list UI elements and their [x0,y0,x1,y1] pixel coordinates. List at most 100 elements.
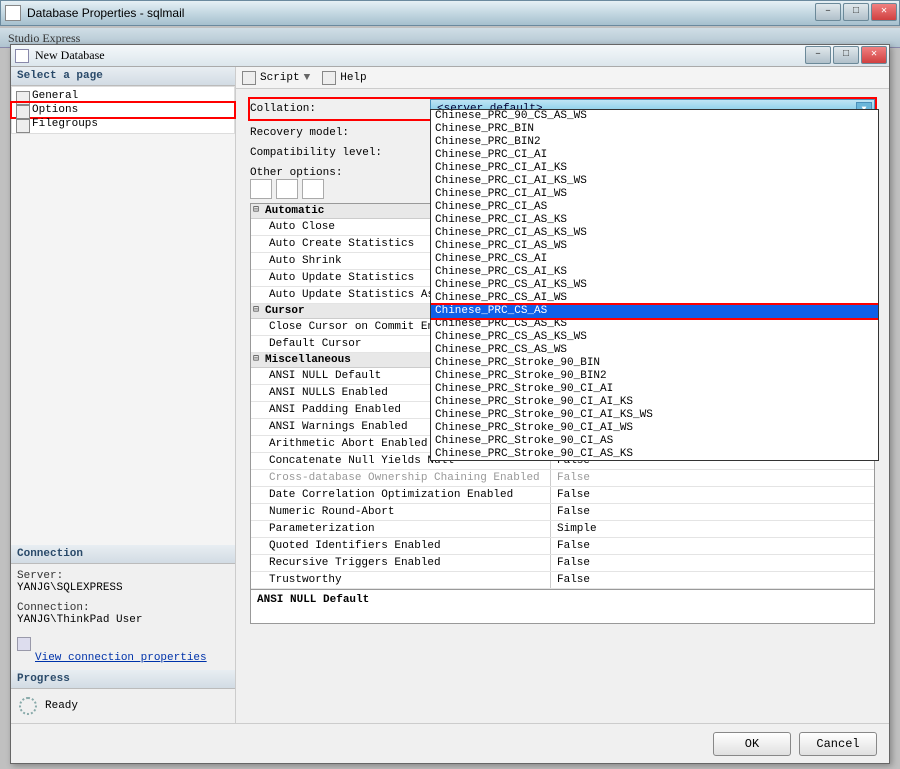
grid-prop-name: Date Correlation Optimization Enabled [251,487,551,503]
grid-row[interactable]: Numeric Round-AbortFalse [251,504,874,521]
collation-option[interactable]: Chinese_PRC_CI_AI_KS_WS [431,175,878,188]
collation-option[interactable]: Chinese_PRC_CI_AI [431,149,878,162]
collation-option[interactable]: Chinese_PRC_CI_AI_KS [431,162,878,175]
progress-header: Progress [11,670,235,689]
collation-option[interactable]: Chinese_PRC_BIN [431,123,878,136]
page-label: Filegroups [32,118,98,130]
compat-label: Compatibility level: [250,147,430,159]
help-label: Help [340,72,366,84]
grid-prop-name: Recursive Triggers Enabled [251,555,551,571]
grid-alphabetical-button[interactable] [276,179,298,199]
collation-option[interactable]: Chinese_PRC_CI_AS [431,201,878,214]
grid-prop-value[interactable]: False [551,572,874,588]
collation-option[interactable]: Chinese_PRC_CS_AI [431,253,878,266]
parent-window-titlebar: Database Properties - sqlmail – □ ✕ [0,0,900,26]
connection-value: YANJG\ThinkPad User [17,614,229,626]
help-icon [322,71,336,85]
progress-status-text: Ready [45,700,78,712]
collation-option[interactable]: Chinese_PRC_BIN2 [431,136,878,149]
grid-prop-value[interactable]: False [551,555,874,571]
page-label: Options [32,104,78,116]
recovery-label: Recovery model: [250,127,430,139]
grid-categorized-button[interactable] [250,179,272,199]
collation-option[interactable]: Chinese_PRC_90_CS_AS_WS [431,110,878,123]
collation-option[interactable]: Chinese_PRC_Stroke_90_CI_AI_KS_WS [431,409,878,422]
toolbar: Script ▼ Help [236,67,889,89]
progress-spinner-icon [19,697,37,715]
dialog-icon [15,49,29,63]
page-item-general[interactable]: General [12,89,234,103]
collation-option[interactable]: Chinese_PRC_Stroke_90_CI_AI [431,383,878,396]
dialog-title: New Database [35,48,105,63]
dialog-minimize-button[interactable]: – [805,46,831,64]
grid-prop-value[interactable]: False [551,487,874,503]
connection-header: Connection [11,545,235,564]
script-label: Script [260,72,300,84]
collation-option[interactable]: Chinese_PRC_Stroke_90_CI_AS_KS [431,448,878,461]
grid-row[interactable]: Recursive Triggers EnabledFalse [251,555,874,572]
grid-prop-value[interactable]: False [551,504,874,520]
grid-prop-value[interactable]: False [551,470,874,486]
collation-option[interactable]: Chinese_PRC_CI_AS_KS [431,214,878,227]
grid-prop-value[interactable]: False [551,538,874,554]
script-icon [242,71,256,85]
grid-propertypages-button[interactable] [302,179,324,199]
dialog-maximize-button[interactable]: □ [833,46,859,64]
grid-row[interactable]: Date Correlation Optimization EnabledFal… [251,487,874,504]
cancel-button[interactable]: Cancel [799,732,877,756]
collation-option[interactable]: Chinese_PRC_CI_AI_WS [431,188,878,201]
page-label: General [32,90,78,102]
collation-option[interactable]: Chinese_PRC_CS_AI_KS [431,266,878,279]
collation-label: Collation: [250,103,430,115]
grid-prop-name: Trustworthy [251,572,551,588]
help-button[interactable]: Help [322,71,366,85]
collation-option[interactable]: Chinese_PRC_CS_AS_KS [431,318,878,331]
page-item-filegroups[interactable]: Filegroups [12,117,234,131]
page-list: General Options Filegroups [11,86,235,134]
window-icon [5,5,21,21]
collation-option[interactable]: Chinese_PRC_Stroke_90_BIN2 [431,370,878,383]
collation-option[interactable]: Chinese_PRC_Stroke_90_CI_AI_WS [431,422,878,435]
sidebar: Select a page General Options Filegroups… [11,67,236,723]
connection-properties-icon [17,637,31,651]
property-description: ANSI NULL Default [250,590,875,624]
new-database-dialog: New Database – □ ✕ Select a page General… [10,44,890,764]
collation-option[interactable]: Chinese_PRC_CS_AS_KS_WS [431,331,878,344]
connection-label: Connection: [17,602,229,614]
collation-option[interactable]: Chinese_PRC_Stroke_90_CI_AS [431,435,878,448]
collation-option[interactable]: Chinese_PRC_CS_AI_WS [431,292,878,305]
collation-option[interactable]: Chinese_PRC_CI_AS_WS [431,240,878,253]
collation-option[interactable]: Chinese_PRC_CS_AS_WS [431,344,878,357]
grid-row[interactable]: ParameterizationSimple [251,521,874,538]
view-connection-properties-link[interactable]: View connection properties [35,652,207,664]
collation-dropdown-list[interactable]: Chinese_PRC_90_CS_AS_WSChinese_PRC_BINCh… [430,109,879,461]
connection-panel: Server: YANJG\SQLEXPRESS Connection: YAN… [11,564,235,670]
collation-option[interactable]: Chinese_PRC_CS_AS [431,305,878,318]
maximize-button[interactable]: □ [843,3,869,21]
grid-prop-name: Cross-database Ownership Chaining Enable… [251,470,551,486]
dialog-titlebar[interactable]: New Database – □ ✕ [11,45,889,67]
script-dropdown-arrow-icon[interactable]: ▼ [304,72,311,84]
collation-option[interactable]: Chinese_PRC_Stroke_90_BIN [431,357,878,370]
collation-option[interactable]: Chinese_PRC_CI_AS_KS_WS [431,227,878,240]
main-panel: Script ▼ Help Collation: <server default… [236,67,889,723]
grid-row[interactable]: Cross-database Ownership Chaining Enable… [251,470,874,487]
script-button[interactable]: Script ▼ [242,71,310,85]
close-button[interactable]: ✕ [871,3,897,21]
dialog-footer: OK Cancel [11,723,889,763]
grid-prop-name: Quoted Identifiers Enabled [251,538,551,554]
dialog-close-button[interactable]: ✕ [861,46,887,64]
server-label: Server: [17,570,229,582]
parent-window-title: Database Properties - sqlmail [27,6,184,20]
grid-row[interactable]: Quoted Identifiers EnabledFalse [251,538,874,555]
server-value: YANJG\SQLEXPRESS [17,582,229,594]
collation-option[interactable]: Chinese_PRC_Stroke_90_CI_AI_KS [431,396,878,409]
ok-button[interactable]: OK [713,732,791,756]
grid-prop-name: Parameterization [251,521,551,537]
select-page-header: Select a page [11,67,235,86]
grid-prop-value[interactable]: Simple [551,521,874,537]
collation-option[interactable]: Chinese_PRC_CS_AI_KS_WS [431,279,878,292]
grid-row[interactable]: TrustworthyFalse [251,572,874,589]
minimize-button[interactable]: – [815,3,841,21]
page-item-options[interactable]: Options [12,103,234,117]
